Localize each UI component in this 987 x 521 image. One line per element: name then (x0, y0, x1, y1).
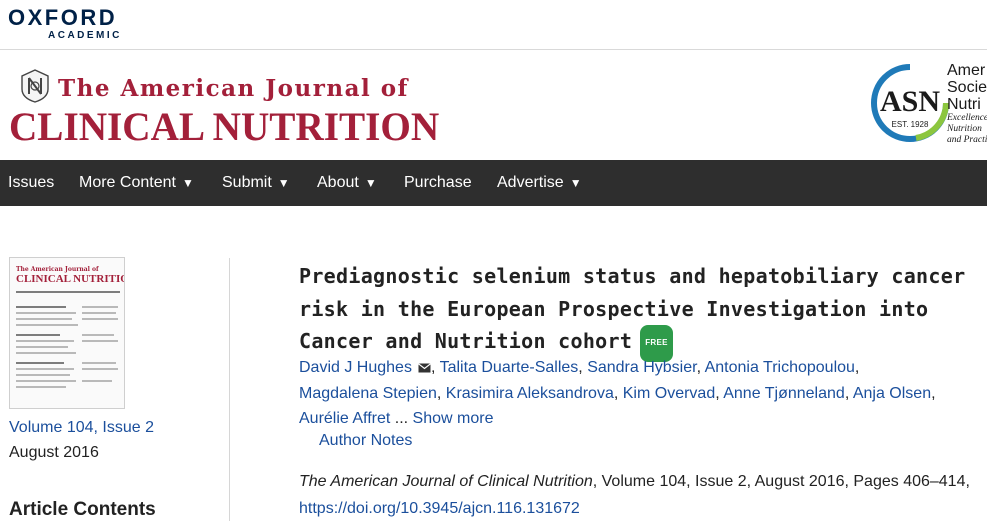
author-link[interactable]: Krasimira Aleksandrova (446, 385, 614, 402)
author-link[interactable]: Anja Olsen (853, 385, 931, 402)
cover-text-line (16, 352, 76, 354)
author-list: David J Hughes, Talita Duarte-Salles, Sa… (299, 359, 936, 427)
cover-text-line (16, 318, 72, 320)
author-link[interactable]: Aurélie Affret (299, 410, 390, 427)
cover-text-line (16, 374, 70, 376)
society-name-line: Amer (947, 62, 986, 79)
society-name-line: Societ (947, 79, 987, 96)
citation-journal: The American Journal of Clinical Nutriti… (299, 473, 593, 490)
oxford-academic-logo[interactable]: OXFORD ACADEMIC (8, 5, 122, 42)
nav-purchase-label: Purchase (404, 174, 472, 191)
chevron-down-icon: ▼ (181, 176, 194, 190)
citation: The American Journal of Clinical Nutriti… (299, 468, 987, 521)
society-tagline-line: Nutrition (947, 124, 982, 134)
asn-est: EST. 1928 (892, 120, 929, 129)
cover-text-line (16, 362, 64, 364)
asn-logo-text: ASN (880, 85, 940, 118)
journal-title-top[interactable]: The American Journal of (58, 75, 409, 102)
citation-details: , Volume 104, Issue 2, August 2016, Page… (592, 473, 970, 490)
cover-text-line (16, 380, 76, 382)
nav-about-label: About (317, 174, 359, 191)
author-link[interactable]: Anne Tjønneland (723, 385, 845, 402)
cover-text-line (82, 362, 116, 364)
cover-title-main: CLINICAL NUTRITION (16, 273, 125, 285)
author-ellipsis: ... (390, 410, 409, 427)
cover-text-line (82, 380, 112, 382)
envelope-icon[interactable] (418, 363, 431, 373)
chevron-down-icon: ▼ (569, 176, 582, 190)
nav-more-content-label: More Content (79, 174, 176, 191)
publisher-sub: ACADEMIC (48, 30, 122, 41)
chevron-down-icon: ▼ (277, 176, 290, 190)
nav-purchase[interactable]: Purchase (404, 160, 472, 206)
column-divider (229, 258, 230, 521)
nav-advertise-label: Advertise (497, 174, 564, 191)
cover-text-line (16, 386, 66, 388)
cover-text-line (82, 334, 114, 336)
author-link[interactable]: Sandra Hybsier (587, 359, 696, 376)
cover-text-line (16, 340, 74, 342)
cover-text-line (82, 306, 118, 308)
article-title-line: Prediagnostic selenium status and hepato… (299, 264, 966, 288)
nav-issues-label: Issues (8, 174, 55, 191)
society-name-line: Nutri (947, 96, 981, 113)
author-link[interactable]: Kim Overvad (623, 385, 715, 402)
cover-text-line (16, 334, 60, 336)
society-tagline-line: and Practi (947, 135, 987, 145)
society-tagline-line: Excellence (947, 113, 987, 123)
journal-seal-icon (21, 69, 49, 103)
cover-rule (16, 291, 120, 293)
cover-text-line (82, 318, 118, 320)
journal-header: The American Journal of CLINICAL NUTRITI… (0, 51, 987, 160)
author-notes-button[interactable]: Author Notes (319, 432, 412, 450)
cover-text-line (82, 340, 118, 342)
author-link[interactable]: David J Hughes (299, 359, 412, 376)
cover-text-line (16, 324, 78, 326)
author-link[interactable]: Antonia Trichopoulou (705, 359, 855, 376)
cover-text-line (16, 346, 68, 348)
author-link[interactable]: Magdalena Stepien (299, 385, 437, 402)
article-contents-heading: Article Contents (9, 499, 156, 520)
nav-issues[interactable]: Issues (8, 160, 54, 206)
cover-text-line (16, 368, 74, 370)
doi-link[interactable]: https://doi.org/10.3945/ajcn.116.131672 (299, 500, 580, 517)
nav-about[interactable]: About ▼ (317, 160, 377, 206)
article-title-line: Cancer and Nutrition cohort (299, 329, 633, 353)
nav-advertise[interactable]: Advertise ▼ (497, 160, 582, 206)
issue-date: August 2016 (9, 444, 99, 461)
main-nav: Issues More Content ▼ Submit ▼ About ▼ Purc… (0, 160, 987, 206)
publisher-bar: OXFORD ACADEMIC (0, 0, 987, 50)
issue-cover-image[interactable]: The American Journal of CLINICAL NUTRITI… (9, 257, 125, 409)
nav-submit[interactable]: Submit ▼ (222, 160, 290, 206)
cover-title-top: The American Journal of (16, 266, 99, 273)
article-title-line: risk in the European Prospective Investi… (299, 296, 929, 321)
volume-issue-link[interactable]: Volume 104, Issue 2 (9, 419, 154, 437)
author-link[interactable]: Talita Duarte-Salles (440, 359, 579, 376)
cover-text-line (16, 306, 66, 308)
show-more-button[interactable]: Show more (413, 410, 494, 427)
cover-text-line (82, 368, 118, 370)
journal-title-main[interactable]: CLINICAL NUTRITION (9, 103, 439, 150)
asn-logo-icon[interactable]: ASN EST. 1928 (870, 61, 950, 151)
cover-text-line (82, 312, 116, 314)
society-name[interactable]: Amer Societ Nutri Excellence Nutrition a… (947, 62, 987, 146)
cover-text-line (16, 312, 76, 314)
nav-more-content[interactable]: More Content ▼ (79, 160, 194, 206)
article-title: Prediagnostic selenium status and hepato… (299, 260, 979, 362)
chevron-down-icon: ▼ (364, 176, 377, 190)
nav-submit-label: Submit (222, 174, 272, 191)
publisher-word: OXFORD (8, 5, 118, 30)
